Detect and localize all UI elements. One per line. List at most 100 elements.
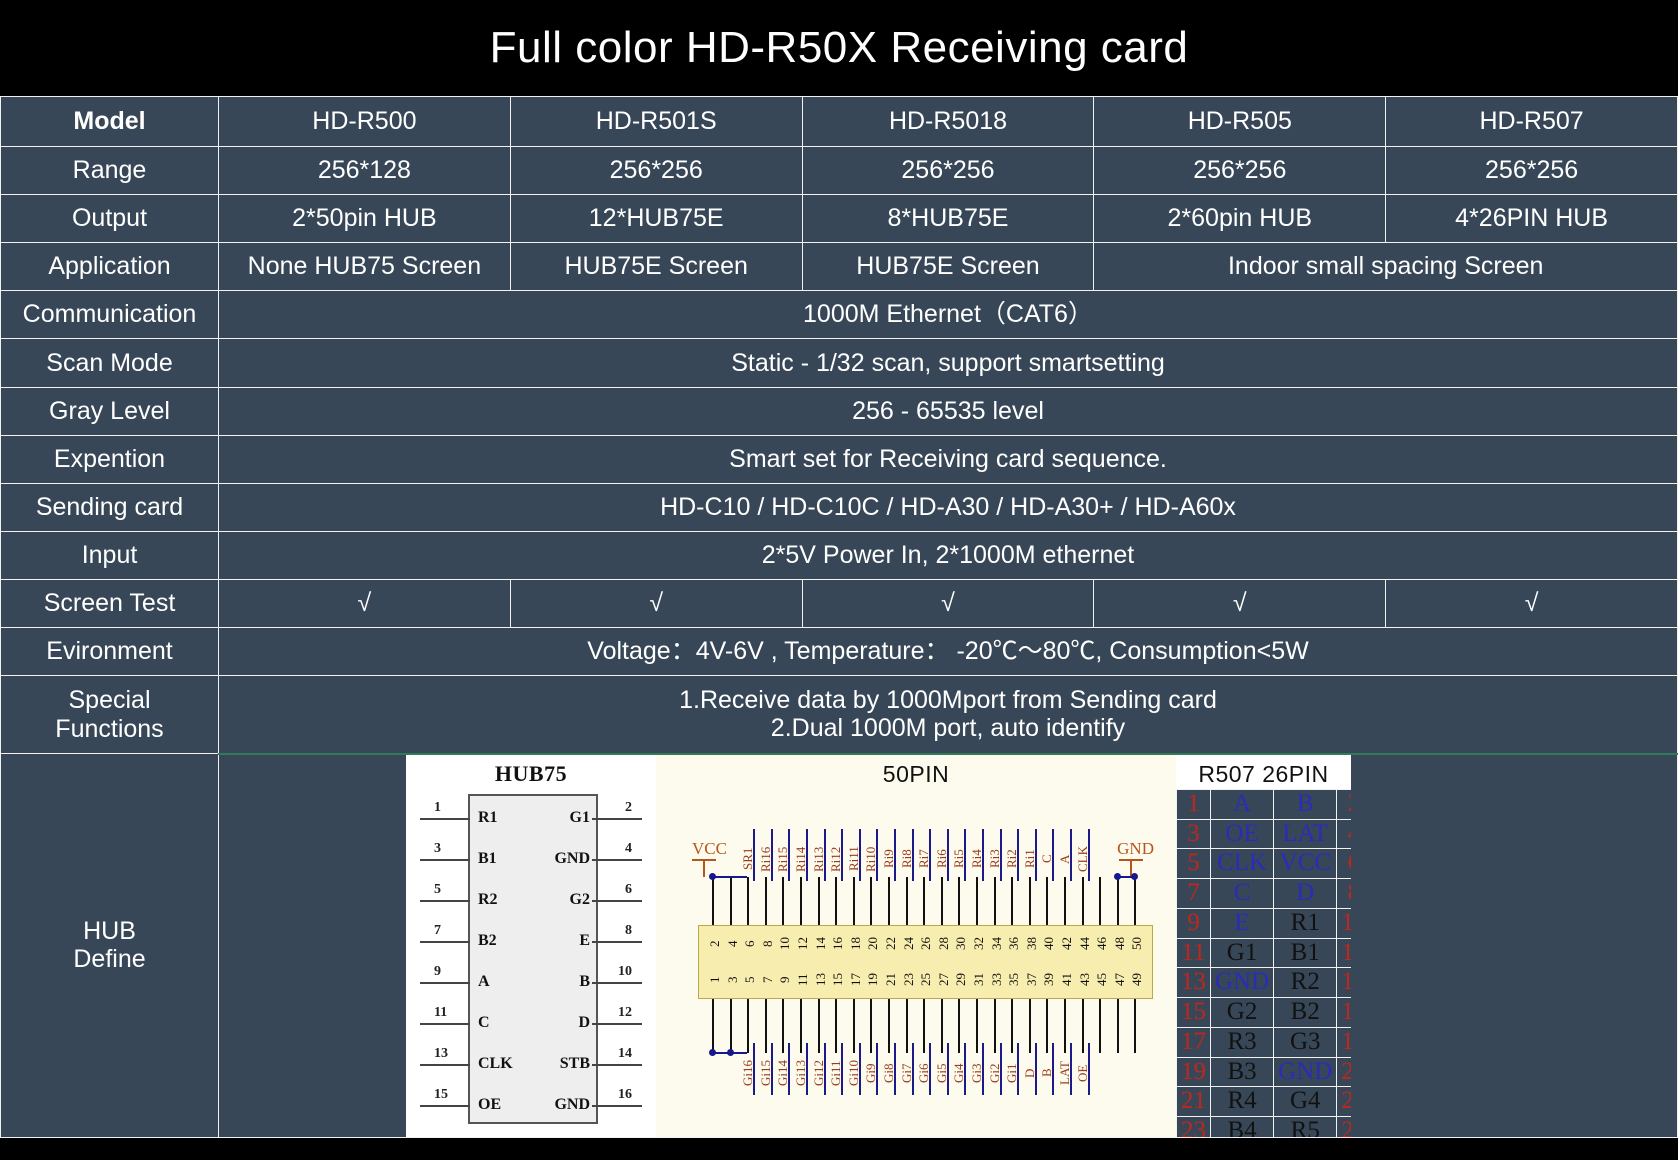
pin50-number-even: 4 xyxy=(726,929,739,959)
hub75-pin-lead-right xyxy=(592,1105,642,1107)
hub75-pin-lead-right xyxy=(592,1064,642,1066)
screen-test-r507: √ xyxy=(1386,580,1678,628)
pin26-table: 1AB23OELAT45CLKVCC67CD89ER11011G1B11213G… xyxy=(1176,789,1351,1137)
hub-define-canvas: HUB75 1R12G13B14GND5R26G27B28E9A10B11C12… xyxy=(219,755,1677,1137)
output-r507: 4*26PIN HUB xyxy=(1386,195,1678,243)
hub75-pin-number-right: 8 xyxy=(625,923,632,939)
range-r505: 256*256 xyxy=(1094,147,1386,195)
table-row-screen-test: Screen Test √ √ √ √ √ xyxy=(1,580,1678,628)
pin26-even-number: 14 xyxy=(1337,968,1351,998)
pin26-odd-number: 23 xyxy=(1177,1117,1211,1137)
pin26-right-signal: GND xyxy=(1274,1057,1337,1087)
application-r505-r507: Indoor small spacing Screen xyxy=(1094,243,1678,291)
pin50-number-even: 2 xyxy=(708,929,721,959)
pin26-right-signal: R5 xyxy=(1274,1117,1337,1137)
hub75-pin-name-left: CLK xyxy=(478,1055,513,1073)
pin26-even-number: 4 xyxy=(1337,819,1351,849)
pin50-number-even: 10 xyxy=(778,929,791,959)
special-label-line2: Functions xyxy=(55,715,163,743)
pin26-even-number: 20 xyxy=(1337,1057,1351,1087)
hub75-pin-lead-right xyxy=(592,982,642,984)
hub75-pin-number-right: 16 xyxy=(618,1087,632,1103)
pin26-left-signal: GND xyxy=(1211,968,1274,998)
hub75-pin-lead-right xyxy=(592,1023,642,1025)
pin50-label-bottom: Gi5 xyxy=(935,1043,950,1103)
table-row-scan-mode: Scan Mode Static - 1/32 scan, support sm… xyxy=(1,339,1678,388)
pin50-number-even: 44 xyxy=(1078,929,1091,959)
pin50-number-even: 18 xyxy=(849,929,862,959)
pin50-number-even: 38 xyxy=(1025,929,1038,959)
pin50-number-odd: 7 xyxy=(761,965,774,995)
range-r501s: 256*256 xyxy=(510,147,802,195)
pin50-lead-up xyxy=(1099,877,1101,925)
pin26-even-number: 18 xyxy=(1337,1027,1351,1057)
table-row-input: Input 2*5V Power In, 2*1000M ethernet xyxy=(1,532,1678,580)
pin50-number-even: 40 xyxy=(1042,929,1055,959)
pin26-odd-number: 3 xyxy=(1177,819,1211,849)
pin50-label-top: SR1 xyxy=(741,829,756,889)
model-hd-r5018: HD-R5018 xyxy=(802,97,1094,147)
pin50-number-odd: 37 xyxy=(1025,965,1038,995)
pin50-number-odd: 49 xyxy=(1130,965,1143,995)
evironment-value: Voltage：4V-6V , Temperature： -20℃～80℃, C… xyxy=(219,628,1678,676)
table-row-application: Application None HUB75 Screen HUB75E Scr… xyxy=(1,243,1678,291)
table-row-hub-define: HUB Define HUB75 1R12G13B14GND5R26G27B28… xyxy=(1,754,1678,1138)
screen-test-r505: √ xyxy=(1094,580,1386,628)
pin50-label-bottom: D xyxy=(1023,1043,1038,1103)
hub75-pin-name-right: GND xyxy=(554,850,590,868)
pin50-label-top: A xyxy=(1058,829,1073,889)
row-label-range: Range xyxy=(1,147,219,195)
pin50-label-bottom: Gi9 xyxy=(864,1043,879,1103)
row-label-hub-define: HUB Define xyxy=(1,754,219,1138)
pin50-number-odd: 13 xyxy=(814,965,827,995)
pin50-label-top: Ri12 xyxy=(829,829,844,889)
pin50-label-top: Ri8 xyxy=(900,829,915,889)
pin50-number-even: 16 xyxy=(831,929,844,959)
pin26-even-number: 22 xyxy=(1337,1087,1351,1117)
pin50-lead-down xyxy=(1134,999,1136,1053)
pin26-left-signal: G2 xyxy=(1211,998,1274,1028)
pin50-number-odd: 15 xyxy=(831,965,844,995)
table-row-communication: Communication 1000M Ethernet（CAT6） xyxy=(1,291,1678,339)
pin50-label-top: Ri13 xyxy=(812,829,827,889)
hub75-pin-number-left: 3 xyxy=(434,841,441,857)
table-row-expention: Expention Smart set for Receiving card s… xyxy=(1,436,1678,484)
hub75-pin-name-right: G1 xyxy=(570,809,590,827)
pin50-number-even: 50 xyxy=(1130,929,1143,959)
pin50-number-even: 42 xyxy=(1060,929,1073,959)
range-r5018: 256*256 xyxy=(802,147,1094,195)
spec-table: Model HD-R500 HD-R501S HD-R5018 HD-R505 … xyxy=(0,96,1678,1138)
expention-value: Smart set for Receiving card sequence. xyxy=(219,436,1678,484)
gnd-wire-right xyxy=(1117,876,1135,878)
pin50-label-top: Ri3 xyxy=(988,829,1003,889)
pin26-right-signal: LAT xyxy=(1274,819,1337,849)
pin26-right-signal: VCC xyxy=(1274,849,1337,879)
special-label-line1: Special xyxy=(69,686,151,714)
pin26-odd-number: 21 xyxy=(1177,1087,1211,1117)
hub75-pin-name-right: G2 xyxy=(570,891,590,909)
hub75-pin-name-right: B xyxy=(579,973,590,991)
table-row-range: Range 256*128 256*256 256*256 256*256 25… xyxy=(1,147,1678,195)
pin50-number-even: 34 xyxy=(990,929,1003,959)
pin50-label-top: Ri2 xyxy=(1005,829,1020,889)
pin50-label-top: Ri9 xyxy=(882,829,897,889)
pin50-number-odd: 21 xyxy=(884,965,897,995)
hub75-pin-row: 3B14GND xyxy=(406,839,656,880)
range-r500: 256*128 xyxy=(219,147,511,195)
pin26-right-signal: G3 xyxy=(1274,1027,1337,1057)
pin50-label-top: CLK xyxy=(1076,829,1091,889)
pin26-odd-number: 19 xyxy=(1177,1057,1211,1087)
hub75-pin-row: 11C12D xyxy=(406,1003,656,1044)
pin26-left-signal: B3 xyxy=(1211,1057,1274,1087)
hub75-pin-number-right: 10 xyxy=(618,964,632,980)
gnd-bar xyxy=(1119,859,1143,861)
pin26-row: 7CD8 xyxy=(1177,879,1352,909)
screen-test-r5018: √ xyxy=(802,580,1094,628)
input-value: 2*5V Power In, 2*1000M ethernet xyxy=(219,532,1678,580)
hub75-pin-number-right: 14 xyxy=(618,1046,632,1062)
diagram-strip: HUB75 1R12G13B14GND5R26G27B28E9A10B11C12… xyxy=(406,755,1351,1137)
pin50-label-top: Ri6 xyxy=(935,829,950,889)
pin50-number-odd: 39 xyxy=(1042,965,1055,995)
pin50-label-bottom: Gi12 xyxy=(812,1043,827,1103)
pin50-label-top: C xyxy=(1040,829,1055,889)
